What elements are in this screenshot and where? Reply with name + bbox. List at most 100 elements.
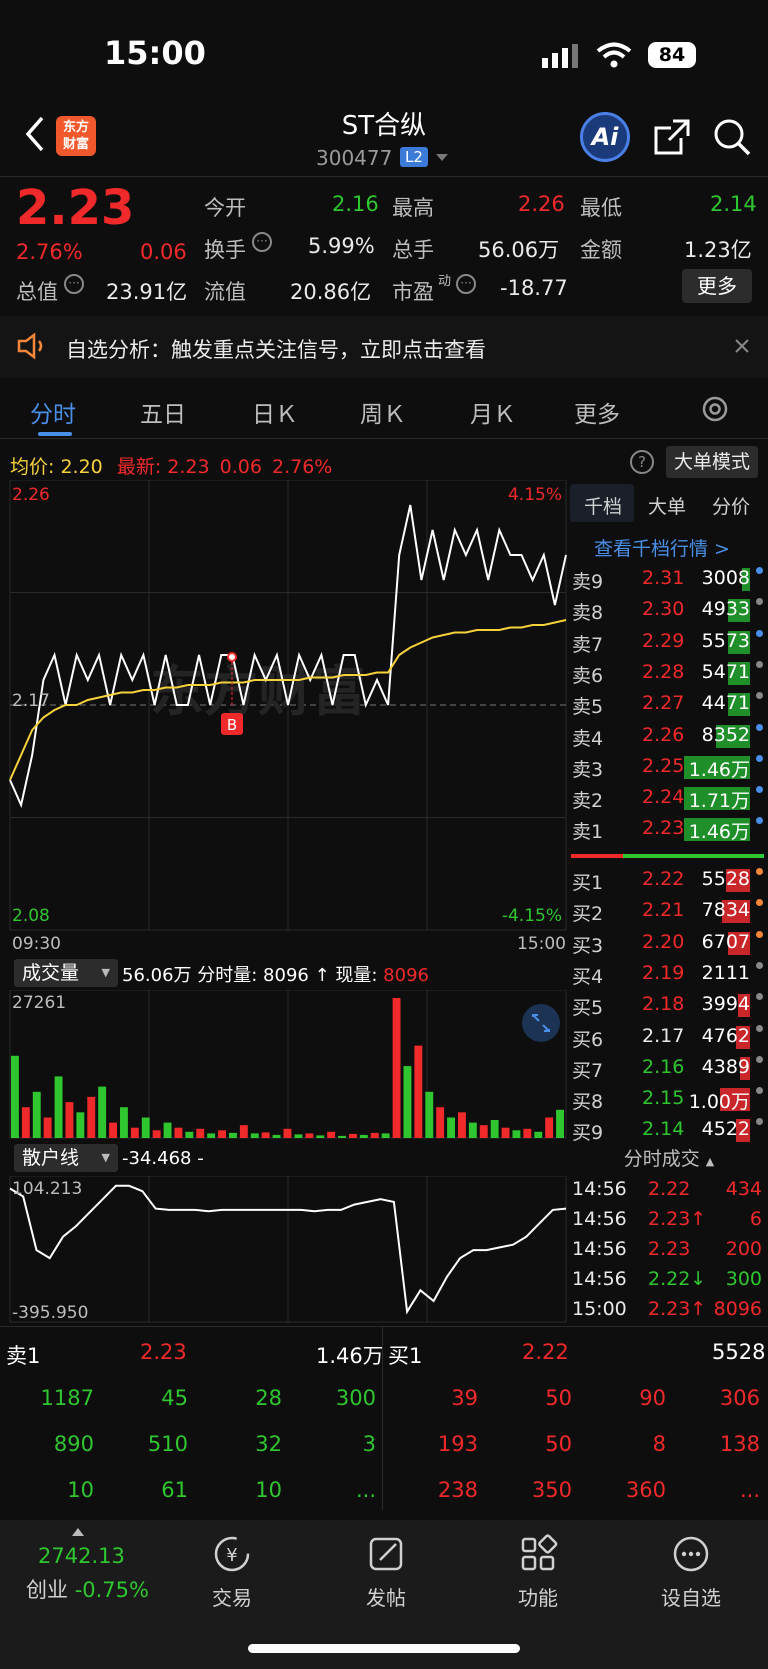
buy-price: 2.15: [642, 1087, 685, 1110]
sell-order-row[interactable]: 卖7 2.29 5573: [570, 628, 766, 657]
volume-indicator-selector[interactable]: 成交量 ▼: [14, 959, 118, 987]
dot-icon: [756, 567, 763, 574]
dropdown-icon[interactable]: [436, 154, 448, 162]
buy-order-row[interactable]: 买3 2.20 6707: [570, 929, 766, 958]
sell-order-row[interactable]: 卖8 2.30 4933: [570, 596, 766, 625]
tab-intraday[interactable]: 分时: [30, 395, 76, 429]
current-price: 2.23: [16, 180, 135, 236]
price-chart[interactable]: 东方财富 2.26 2.17 2.08 4.15% -4.15% 09:30 1…: [0, 480, 568, 950]
buy-order-row[interactable]: 买2 2.21 7834: [570, 897, 766, 926]
queue-buy-vol: 5528: [712, 1340, 766, 1364]
dot-icon: [756, 961, 763, 969]
low-value: 2.14: [710, 192, 757, 216]
dot-icon: [756, 993, 763, 1001]
trades-title[interactable]: 分时成交 ▲: [570, 1144, 768, 1171]
tab-monthly-k[interactable]: 月Ｋ: [470, 395, 516, 429]
more-button[interactable]: 更多: [682, 269, 752, 303]
search-icon[interactable]: [712, 117, 752, 157]
svg-text:B: B: [227, 716, 237, 734]
tab-daily-k[interactable]: 日Ｋ: [252, 395, 298, 429]
dot-icon: [756, 1055, 763, 1063]
chart-change-pct: 2.76%: [271, 456, 333, 478]
retail-indicator-selector[interactable]: 散户线 ▼: [14, 1144, 118, 1172]
sell-price: 2.29: [642, 629, 685, 652]
big-order-mode-button[interactable]: 大单模式: [666, 446, 758, 478]
info-icon[interactable]: ···: [252, 232, 272, 252]
sell-order-row[interactable]: 卖3 2.25 1.46万: [570, 753, 766, 782]
high-value: 2.26: [518, 192, 565, 216]
volume-chart[interactable]: 27261: [0, 990, 568, 1140]
buy-order-row[interactable]: 买4 2.19 2111: [570, 960, 766, 989]
sell-order-row[interactable]: 卖9 2.31 3008: [570, 565, 766, 594]
volume-bar: [327, 1131, 336, 1138]
index-value[interactable]: 2742.13: [38, 1544, 125, 1568]
dot-icon: [756, 930, 763, 938]
buy-order-row[interactable]: 买5 2.18 3994: [570, 991, 766, 1020]
current-volume: 8096: [383, 965, 429, 986]
dot-icon: [756, 723, 763, 731]
sell-order-row[interactable]: 卖2 2.24 1.71万: [570, 784, 766, 813]
info-icon[interactable]: ···: [456, 274, 476, 294]
thousand-level-link[interactable]: 查看千档行情 >: [594, 534, 730, 561]
volume-label: 总手: [392, 238, 434, 262]
signal-icon: [542, 44, 578, 68]
nav-watchlist[interactable]: 设自选: [631, 1532, 751, 1611]
sell-order-row[interactable]: 卖1 2.23 1.46万: [570, 815, 766, 844]
index-ticker[interactable]: 创业 -0.75%: [26, 1574, 149, 1604]
trade-time: 14:56: [572, 1238, 627, 1260]
sell-order-row[interactable]: 卖4 2.26 8352: [570, 722, 766, 751]
buy-volume: 7834: [701, 899, 750, 922]
help-icon[interactable]: ?: [630, 450, 654, 474]
y-tick-mid: 2.17: [12, 691, 50, 711]
nav-post[interactable]: 发帖: [326, 1532, 446, 1611]
high-label: 最高: [392, 196, 434, 220]
tab-weekly-k[interactable]: 周Ｋ: [360, 395, 406, 429]
sell-queue-cell: 28: [255, 1386, 282, 1410]
volume-y-tick: 27261: [12, 993, 66, 1013]
retail-chart[interactable]: 104.213 -395.950: [0, 1176, 568, 1324]
buy-label: 买6: [572, 1028, 604, 1051]
expand-icon[interactable]: [522, 1004, 560, 1042]
dot-icon: [756, 1118, 763, 1126]
dot-icon: [756, 598, 763, 606]
sell-price: 2.30: [642, 598, 685, 621]
status-time: 15:00: [104, 34, 206, 72]
tab-more[interactable]: 更多: [574, 395, 620, 429]
volume-bar: [229, 1132, 237, 1138]
queue-sell-label: 卖1: [6, 1344, 41, 1368]
settings-icon[interactable]: [700, 394, 730, 424]
dot-icon: [756, 660, 763, 668]
tab-thousand-level[interactable]: 千档: [584, 492, 622, 519]
sell-order-row[interactable]: 卖5 2.27 4471: [570, 690, 766, 719]
queue-sell-vol: 1.46万: [316, 1344, 384, 1368]
buy-order-row[interactable]: 买6 2.17 4762: [570, 1023, 766, 1052]
buy-order-row[interactable]: 买7 2.16 4389: [570, 1054, 766, 1083]
float-label: 流值: [204, 280, 246, 304]
ai-icon[interactable]: Ai: [580, 112, 630, 162]
info-icon[interactable]: ···: [64, 274, 84, 294]
sell-price: 2.25: [642, 754, 685, 777]
volume-bar: [130, 1127, 139, 1138]
volume-bar: [359, 1134, 368, 1138]
trade-price: 2.23↑: [648, 1298, 707, 1320]
chevron-up-icon[interactable]: [72, 1528, 84, 1536]
buy-order-row[interactable]: 买9 2.14 4522: [570, 1116, 766, 1145]
buy-order-row[interactable]: 买8 2.15 1.00万: [570, 1085, 766, 1114]
dot-icon: [756, 754, 763, 762]
volume-bar: [196, 1128, 205, 1138]
sell-order-row[interactable]: 卖6 2.28 5471: [570, 659, 766, 688]
nav-functions-label: 功能: [518, 1586, 558, 1610]
buy-queue-cell: 360: [625, 1478, 666, 1502]
tab-big-order[interactable]: 大单: [648, 492, 686, 519]
tab-five-day[interactable]: 五日: [140, 395, 186, 429]
tab-price-distribution[interactable]: 分价: [712, 492, 750, 519]
nav-functions[interactable]: 功能: [478, 1532, 598, 1611]
buy-order-row[interactable]: 买1 2.22 5528: [570, 866, 766, 895]
volume-bar: [523, 1128, 532, 1138]
nav-trade[interactable]: ¥ 交易: [172, 1532, 292, 1611]
sell-volume: 1.46万: [688, 758, 750, 781]
close-icon[interactable]: [734, 338, 750, 354]
sell-label: 卖2: [572, 790, 604, 813]
banner-text: 自选分析：触发重点关注信号，立即点击查看: [66, 338, 486, 362]
share-icon[interactable]: [653, 118, 691, 156]
